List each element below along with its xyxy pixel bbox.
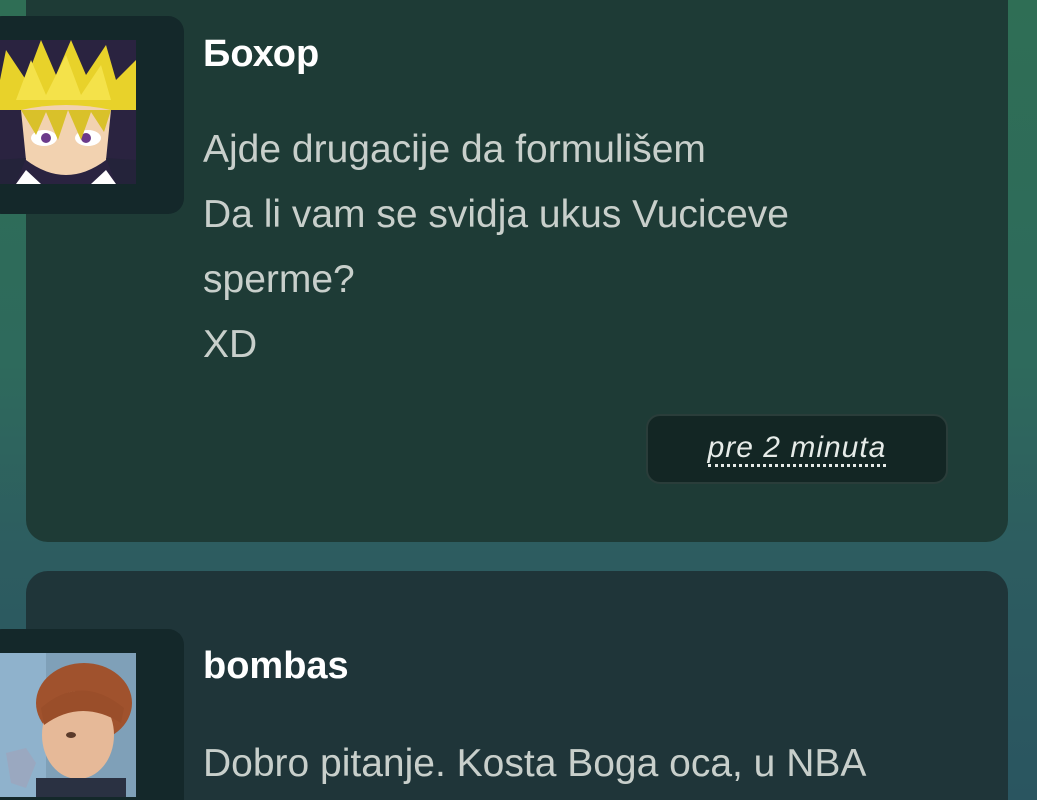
- message-line: Dobro pitanje. Kosta Boga oca, u NBA: [203, 742, 867, 785]
- message-line: XD: [203, 323, 258, 366]
- timestamp-text[interactable]: pre 2 minuta: [707, 431, 887, 467]
- message-body: Dobro pitanje. Kosta Boga oca, u NBA: [203, 731, 963, 796]
- message-line: sperme?: [203, 258, 355, 301]
- message-line: Da li vam se svidja ukus Vuciceve: [203, 193, 789, 236]
- comment-card: bombas Dobro pitanje. Kosta Boga oca, u …: [0, 571, 1008, 800]
- comment-card: Бохор Ajde drugacije da formulišem Da li…: [0, 0, 1008, 542]
- username[interactable]: bombas: [203, 644, 349, 688]
- message-body: Ajde drugacije da formulišem Da li vam s…: [203, 117, 963, 377]
- timestamp-badge[interactable]: pre 2 minuta: [646, 414, 948, 484]
- avatar-frame: [0, 16, 184, 214]
- username[interactable]: Бохор: [203, 32, 319, 76]
- boy-avatar-image: [0, 653, 136, 797]
- avatar[interactable]: [0, 653, 136, 797]
- avatar-frame: [0, 629, 184, 800]
- message-line: Ajde drugacije da formulišem: [203, 128, 706, 171]
- avatar[interactable]: [0, 40, 136, 184]
- anime-avatar-image: [0, 40, 136, 184]
